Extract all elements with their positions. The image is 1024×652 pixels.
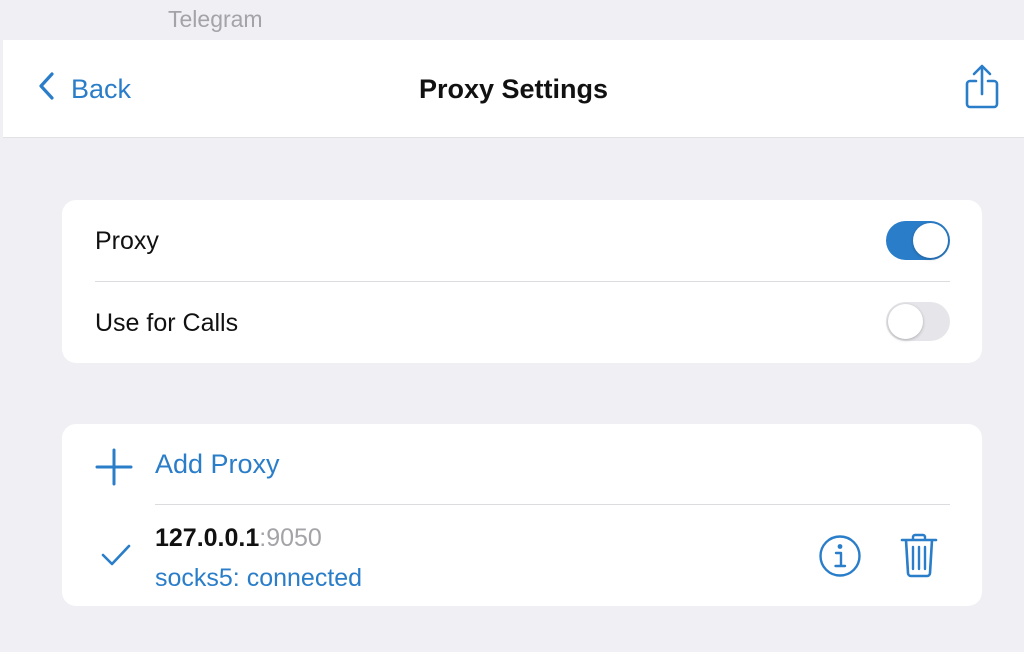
toggle-knob <box>888 304 923 339</box>
divider <box>155 504 950 505</box>
use-for-calls-label: Use for Calls <box>95 309 239 337</box>
divider <box>95 281 950 282</box>
share-button[interactable] <box>962 64 1002 110</box>
share-icon <box>962 64 1002 114</box>
proxy-toggle[interactable] <box>886 221 950 260</box>
delete-proxy-button[interactable] <box>900 532 938 578</box>
app-title: Telegram <box>168 6 263 32</box>
proxy-host: 127.0.0.1 <box>155 524 260 552</box>
use-for-calls-toggle[interactable] <box>886 302 950 341</box>
add-proxy-label: Add Proxy <box>155 449 280 479</box>
proxy-status: socks5: connected <box>155 564 363 592</box>
trash-icon <box>900 533 938 582</box>
toggle-knob <box>913 223 948 258</box>
proxy-toggles-card: Proxy Use for Calls <box>62 200 982 363</box>
proxy-list-item[interactable]: 127.0.0.1:9050 socks5: connected <box>62 506 982 606</box>
proxy-address: 127.0.0.1:9050 <box>155 524 322 553</box>
page-title: Proxy Settings <box>418 74 609 104</box>
proxy-list-card: Add Proxy 127.0.0.1:9050 socks5: connect… <box>62 424 982 606</box>
title-bar: Telegram <box>0 0 1024 40</box>
proxy-port: 9050 <box>266 524 322 552</box>
add-proxy-button[interactable]: Add Proxy <box>62 424 982 504</box>
info-icon <box>818 535 862 582</box>
navigation-bar: Back Proxy Settings <box>3 40 1024 138</box>
proxy-label: Proxy <box>95 227 159 255</box>
proxy-info-button[interactable] <box>818 534 862 578</box>
